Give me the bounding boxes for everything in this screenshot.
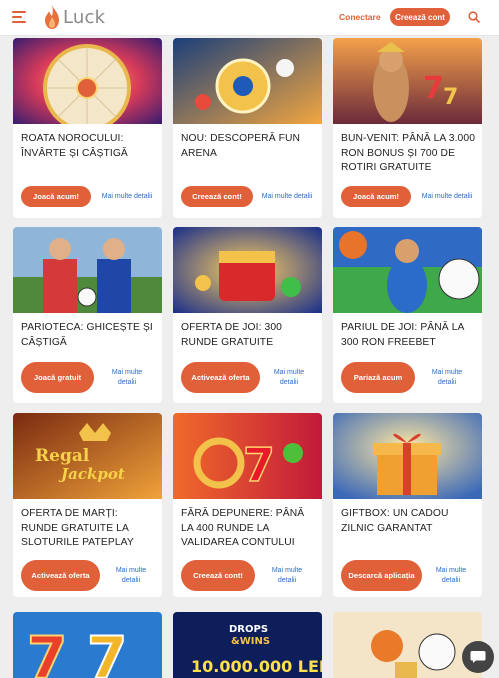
giftbox-image [333,413,482,499]
welcome-bonus-image: 7 7 [333,38,482,124]
svg-text:7: 7 [87,624,127,678]
register-button[interactable]: Creează cont [390,8,450,26]
promo-card: NOU: DESCOPERĂ FUN ARENA Creează cont! M… [173,38,322,218]
svg-text:7: 7 [423,71,444,106]
promo-title: OFERTA DE MARȚI: RUNDE GRATUITE LA SLOTU… [21,508,134,548]
promo-details-link[interactable]: Mai multe detalii [267,368,311,388]
promo-card: 7 7 BUN-VENIT: PÂNĂ LA 3.000 RON BONUS Ș… [333,38,482,218]
promo-cta-button[interactable]: Creează cont! [181,560,255,591]
promo-cta-button[interactable]: Joacă gratuit [21,362,94,393]
promo-title: ROATA NOROCULUI: ÎNVÂRTE ȘI CÂȘTIGĂ [21,133,128,159]
thursday-free-spins-image [173,227,322,313]
chat-support-button[interactable] [462,641,494,673]
sports-ball-image [333,612,482,678]
svg-text:7: 7 [27,624,67,678]
promo-card: PARIUL DE JOI: PÂNĂ LA 300 RON FREEBET P… [333,227,482,403]
site-logo[interactable]: Luck [42,4,105,30]
promo-details-link[interactable]: Mai multe detalii [97,192,157,202]
parioteca-image [13,227,162,313]
promo-title: BUN-VENIT: PÂNĂ LA 3.000 RON BONUS ȘI 70… [341,133,476,173]
promo-details-link[interactable]: Mai multe detalii [257,192,317,202]
promo-cta-button[interactable]: Pariază acum [341,362,415,393]
promo-cta-button[interactable]: Descarcă aplicația [341,560,422,591]
promotions-grid: ROATA NOROCULUI: ÎNVÂRTE ȘI CÂȘTIGĂ Joac… [0,36,499,678]
promo-details-link[interactable]: Mai multe detalii [425,368,469,388]
no-deposit-image: 7 [173,413,322,499]
promo-cta-button[interactable]: Joacă acum! [21,186,91,207]
svg-text:7: 7 [443,85,458,110]
drops-and-wins-image: DROPS &WINS 10.000.000 LEI [173,612,322,678]
promo-card [333,612,482,678]
wheel-of-fortune-image [13,38,162,124]
promo-card: Regal Jackpot OFERTA DE MARȚI: RUNDE GRA… [13,413,162,597]
fun-arena-image [173,38,322,124]
promo-details-link[interactable]: Mai multe detalii [429,566,473,586]
promo-cta-button[interactable]: Creează cont! [181,186,253,207]
promo-card: PARIOTECA: GHICEȘTE ȘI CÂȘTIGĂ Joacă gra… [13,227,162,403]
top-header: Luck Conectare Creează cont [0,0,499,36]
promo-details-link[interactable]: Mai multe detalii [105,368,149,388]
regal-logo-line1: Regal [35,446,90,466]
flame-logo-icon [45,5,59,29]
sevens-slot-image: 7 7 [13,612,162,678]
promo-title: NOU: DESCOPERĂ FUN ARENA [181,133,301,159]
promo-title: GIFTBOX: UN CADOU ZILNIC GARANTAT [341,508,449,534]
promo-details-link[interactable]: Mai multe detalii [265,566,309,586]
login-link[interactable]: Conectare [339,12,381,22]
promo-cta-button[interactable]: Joacă acum! [341,186,411,207]
promo-card: 7 FĂRĂ DEPUNERE: PÂNĂ LA 400 RUNDE LA VA… [173,413,322,597]
promo-title: PARIUL DE JOI: PÂNĂ LA 300 RON FREEBET [341,322,464,348]
promo-title: OFERTA DE JOI: 300 RUNDE GRATUITE [181,322,282,348]
promo-card: ROATA NOROCULUI: ÎNVÂRTE ȘI CÂȘTIGĂ Joac… [13,38,162,218]
promo-card: DROPS &WINS 10.000.000 LEI [173,612,322,678]
promo-card: GIFTBOX: UN CADOU ZILNIC GARANTAT Descar… [333,413,482,597]
svg-text:7: 7 [243,438,275,492]
promo-cta-button[interactable]: Activează oferta [21,560,100,591]
search-icon[interactable] [468,11,480,23]
chat-bubble-icon [470,651,486,663]
regal-jackpot-image: Regal Jackpot [13,413,162,499]
promo-details-link[interactable]: Mai multe detalii [109,566,153,586]
promo-card: OFERTA DE JOI: 300 RUNDE GRATUITE Active… [173,227,322,403]
promo-title: FĂRĂ DEPUNERE: PÂNĂ LA 400 RUNDE LA VALI… [181,508,305,548]
promo-details-link[interactable]: Mai multe detalii [417,192,477,202]
drops-logo-line2: &WINS [231,636,270,647]
promo-card: 7 7 [13,612,162,678]
logo-text: Luck [63,6,106,28]
drops-logo-line1: DROPS [229,624,268,635]
promo-cta-button[interactable]: Activează oferta [181,362,260,393]
promo-title: PARIOTECA: GHICEȘTE ȘI CÂȘTIGĂ [21,322,153,348]
drops-amount: 10.000.000 LEI [191,657,322,676]
thursday-freebet-image [333,227,482,313]
regal-logo-line2: Jackpot [58,465,125,483]
hamburger-menu-icon[interactable] [12,11,26,23]
